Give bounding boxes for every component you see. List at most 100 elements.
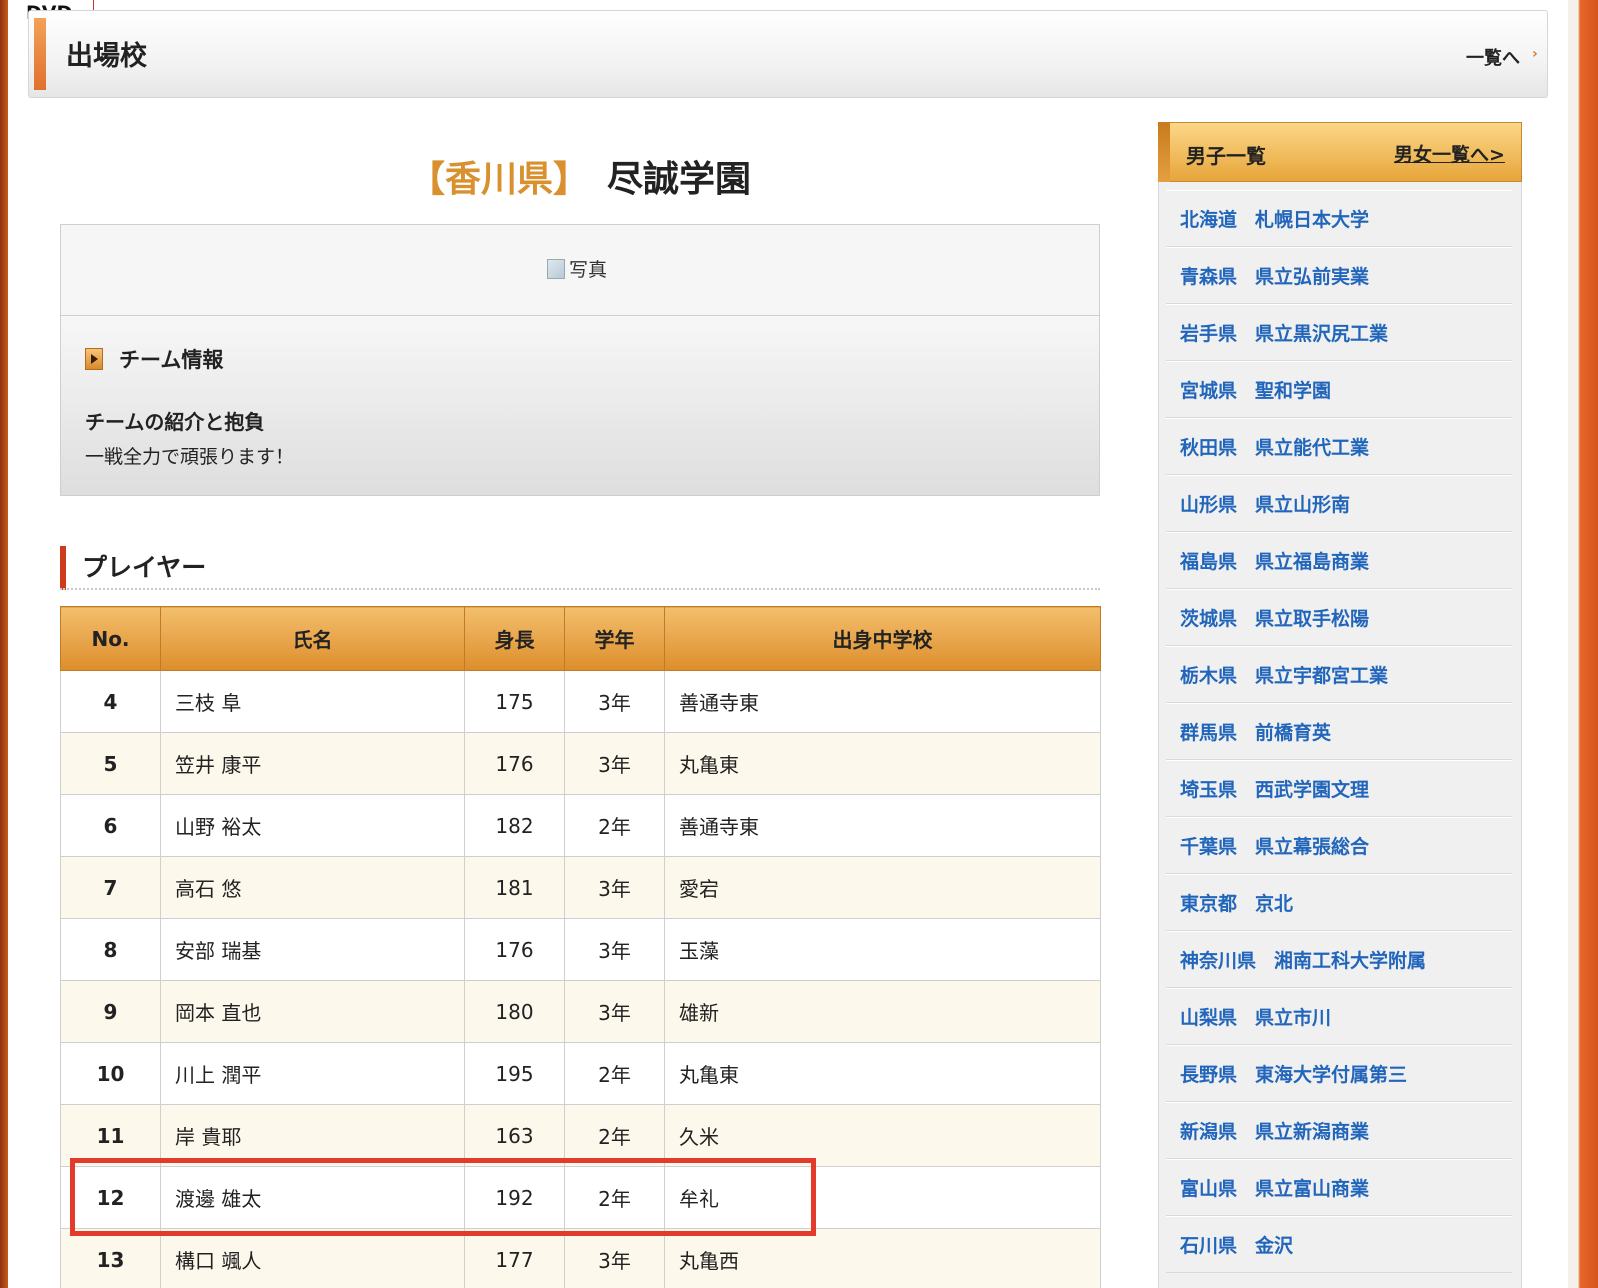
school-prefecture: 新潟県: [1180, 1121, 1238, 1143]
page-title: 出場校: [66, 41, 147, 72]
sidebar-school-link[interactable]: 宮城県 聖和学園: [1180, 376, 1331, 403]
player-height: 181: [464, 856, 565, 919]
list-item: 茨城県 県立取手松陽: [1166, 589, 1512, 646]
player-middle-school: 丸亀東: [664, 732, 1101, 795]
sidebar-school-link[interactable]: 神奈川県 湘南工科大学附属: [1180, 946, 1426, 973]
list-link[interactable]: 一覧へ: [1466, 44, 1520, 70]
chevron-right-icon: ›: [1532, 46, 1538, 62]
player-middle-school: 善通寺東: [664, 670, 1101, 733]
sidebar-school-link[interactable]: 千葉県 県立幕張総合: [1180, 832, 1369, 859]
list-item: 福島県 県立福島商業: [1166, 532, 1512, 589]
school-name: 湘南工科大学附属: [1274, 950, 1427, 972]
sidebar-school-link[interactable]: 山梨県 県立市川: [1180, 1003, 1331, 1030]
sidebar-school-link[interactable]: 群馬県 前橋育英: [1180, 718, 1331, 745]
sidebar-school-link[interactable]: 青森県 県立弘前実業: [1180, 262, 1369, 289]
sidebar-school-link[interactable]: 埼玉県 西武学園文理: [1180, 775, 1369, 802]
team-intro-label: チームの紹介と抱負: [85, 410, 265, 434]
player-name: 安部 瑞基: [160, 918, 465, 981]
school-prefecture: 東京都: [1180, 893, 1238, 915]
sidebar-school-link[interactable]: 石川県 金沢: [1180, 1231, 1293, 1258]
school-prefecture: 茨城県: [1180, 608, 1238, 630]
list-item: 新潟県 県立新潟商業: [1166, 1102, 1512, 1159]
sidebar-school-link[interactable]: 福島県 県立福島商業: [1180, 547, 1369, 574]
sidebar-school-link[interactable]: 秋田県 県立能代工業: [1180, 433, 1369, 460]
list-item: 青森県 県立弘前実業: [1166, 247, 1512, 304]
list-item: 神奈川県 湘南工科大学附属: [1166, 931, 1512, 988]
list-item: 宮城県 聖和学園: [1166, 361, 1512, 418]
school-name: 東海大学付属第三: [1255, 1064, 1408, 1086]
player-name: 笠井 康平: [160, 732, 465, 795]
sidebar-school-link[interactable]: 新潟県 県立新潟商業: [1180, 1117, 1369, 1144]
school-prefecture: 秋田県: [1180, 437, 1238, 459]
column-header-height: 身長: [464, 606, 565, 671]
sidebar-school-list: 北海道 札幌日本大学 青森県 県立弘前実業 岩手県 県立黒沢尻工業 宮城県 聖和学園 秋…: [1166, 190, 1512, 1273]
sidebar-header-accent: [1158, 122, 1170, 182]
school-name: 県立富山商業: [1255, 1178, 1370, 1200]
column-header-name: 氏名: [160, 606, 465, 671]
sidebar-school-link[interactable]: 岩手県 県立黒沢尻工業: [1180, 319, 1388, 346]
table-row: 12 渡邊 雄太 192 2年 牟礼: [60, 1166, 1101, 1229]
broken-image-icon: [547, 258, 565, 279]
player-name: 山野 裕太: [160, 794, 465, 857]
column-header-school: 出身中学校: [664, 606, 1101, 671]
sidebar-school-link[interactable]: 栃木県 県立宇都宮工業: [1180, 661, 1388, 688]
player-grade: 3年: [564, 1228, 665, 1288]
player-name: 川上 潤平: [160, 1042, 465, 1105]
player-grade: 3年: [564, 670, 665, 733]
all-teams-link[interactable]: 男女一覧へ>: [1394, 140, 1505, 167]
school-name: 県立福島商業: [1255, 551, 1370, 573]
player-number: 11: [60, 1104, 161, 1167]
sidebar-school-link[interactable]: 富山県 県立富山商業: [1180, 1174, 1369, 1201]
sidebar-school-link[interactable]: 東京都 京北: [1180, 889, 1293, 916]
school-prefecture: 群馬県: [1180, 722, 1238, 744]
player-middle-school: 善通寺東: [664, 794, 1101, 857]
school-heading: 【香川県】 尽誠学園: [0, 150, 1160, 202]
play-arrow-icon: [85, 348, 103, 370]
player-middle-school: 玉藻: [664, 918, 1101, 981]
list-item: 栃木県 県立宇都宮工業: [1166, 646, 1512, 703]
header-accent-bar: [34, 18, 46, 90]
player-number: 8: [60, 918, 161, 981]
school-name: 前橋育英: [1255, 722, 1332, 744]
dotted-divider: [60, 588, 1100, 590]
table-row: 7 高石 悠 181 3年 愛宕: [60, 856, 1101, 919]
school-name: 聖和学園: [1255, 380, 1332, 402]
list-item: 山梨県 県立市川: [1166, 988, 1512, 1045]
column-header-grade: 学年: [564, 606, 665, 671]
table-row: 11 岸 貴耶 163 2年 久米: [60, 1104, 1101, 1167]
school-name: 県立取手松陽: [1255, 608, 1370, 630]
player-height: 176: [464, 918, 565, 981]
table-row: 5 笠井 康平 176 3年 丸亀東: [60, 732, 1101, 795]
sidebar-school-link[interactable]: 北海道 札幌日本大学: [1180, 205, 1369, 232]
player-number: 13: [60, 1228, 161, 1288]
list-item: 石川県 金沢: [1166, 1216, 1512, 1273]
school-name: 県立能代工業: [1255, 437, 1370, 459]
player-height: 192: [464, 1166, 565, 1229]
school-prefecture: 石川県: [1180, 1235, 1238, 1257]
table-row: 8 安部 瑞基 176 3年 玉藻: [60, 918, 1101, 981]
school-prefecture: 【香川県】: [408, 159, 589, 200]
school-prefecture: 富山県: [1180, 1178, 1238, 1200]
player-grade: 3年: [564, 918, 665, 981]
player-height: 175: [464, 670, 565, 733]
school-name: 県立市川: [1255, 1007, 1332, 1029]
player-name: 高石 悠: [160, 856, 465, 919]
school-prefecture: 神奈川県: [1180, 950, 1257, 972]
school-name: 県立宇都宮工業: [1255, 665, 1389, 687]
sidebar-school-link[interactable]: 長野県 東海大学付属第三: [1180, 1060, 1407, 1087]
player-height: 176: [464, 732, 565, 795]
team-intro-text: 一戦全力で頑張ります！: [85, 446, 295, 468]
player-grade: 2年: [564, 1166, 665, 1229]
list-item: 埼玉県 西武学園文理: [1166, 760, 1512, 817]
team-photo-area: 写真: [60, 224, 1100, 316]
school-name: 尽誠学園: [607, 159, 752, 200]
player-middle-school: 牟礼: [664, 1166, 1101, 1229]
school-name: 県立黒沢尻工業: [1255, 323, 1389, 345]
player-name: 渡邊 雄太: [160, 1166, 465, 1229]
sidebar-school-link[interactable]: 山形県 県立山形南: [1180, 490, 1350, 517]
player-grade: 3年: [564, 732, 665, 795]
team-info-panel: チーム情報 チームの紹介と抱負 一戦全力で頑張ります！: [60, 316, 1100, 496]
player-grade: 3年: [564, 980, 665, 1043]
player-number: 9: [60, 980, 161, 1043]
sidebar-school-link[interactable]: 茨城県 県立取手松陽: [1180, 604, 1369, 631]
